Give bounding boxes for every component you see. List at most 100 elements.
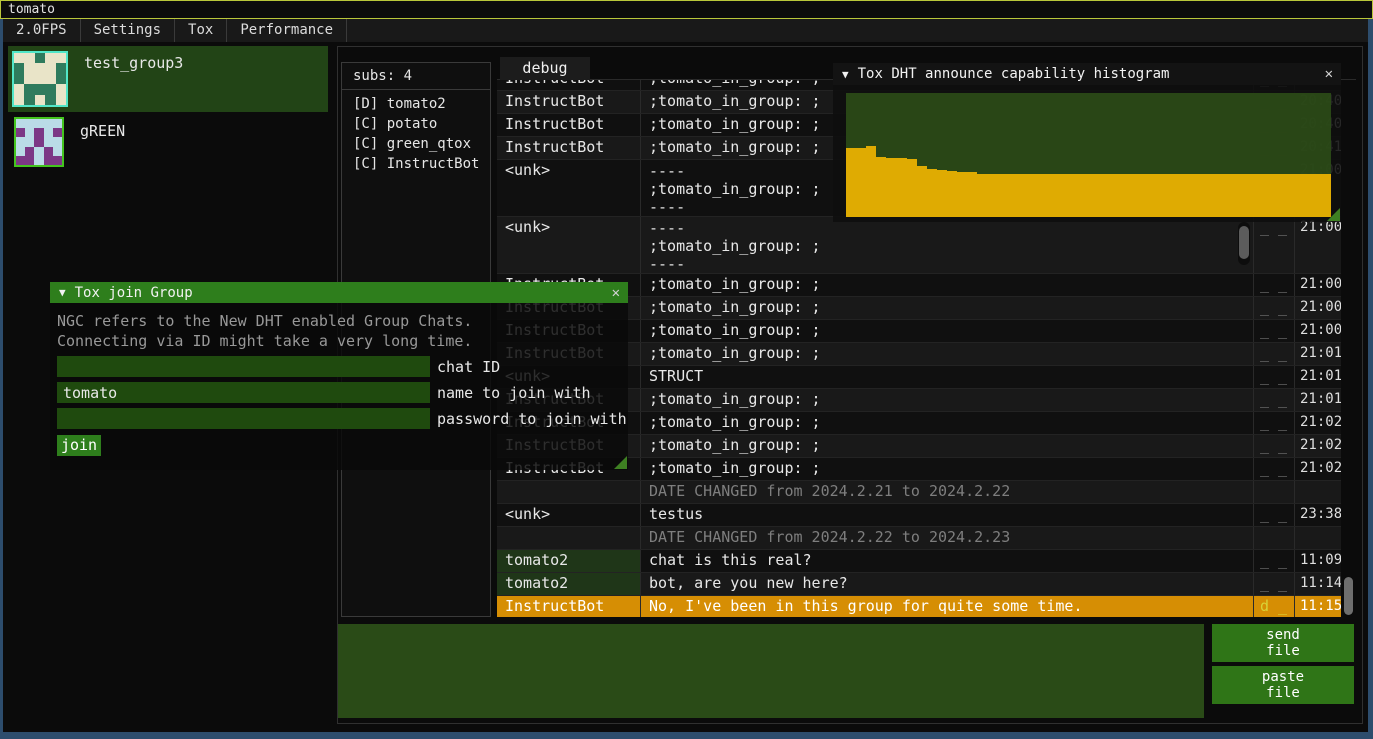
message-time: 11:15 (1295, 596, 1341, 617)
collapse-icon[interactable]: ▼ (842, 68, 849, 81)
subs-member-list: [D] tomato2[C] potato[C] green_qtox[C] I… (342, 94, 490, 174)
subs-member[interactable]: [C] potato (342, 114, 490, 134)
histogram-bar (947, 171, 957, 217)
message-flags: _ _ (1254, 274, 1295, 296)
subs-member[interactable]: [C] InstructBot (342, 154, 490, 174)
chat-scrollbar[interactable] (1341, 80, 1356, 617)
message-flags: _ _ (1254, 412, 1295, 434)
sender-name: <unk> (497, 217, 641, 273)
message-time (1295, 527, 1341, 549)
sender-name: InstructBot (497, 137, 641, 159)
message-flags: _ _ (1254, 389, 1295, 411)
histogram-bar (876, 157, 886, 217)
menu-item-settings[interactable]: Settings (81, 19, 175, 42)
ngc-info-line-1: NGC refers to the New DHT enabled Group … (57, 311, 628, 331)
histogram-bar (1210, 174, 1220, 217)
table-row[interactable]: <unk>---- ;tomato_in_group: ; ----_ _21:… (497, 217, 1341, 274)
resize-grip-icon[interactable] (614, 456, 627, 469)
histogram-bar (937, 170, 947, 217)
message-text: ;tomato_in_group: ; (641, 320, 1254, 342)
group-avatar-icon (12, 51, 68, 107)
group-item-test_group3[interactable]: test_group3 (8, 46, 328, 112)
message-flags: _ _ (1254, 320, 1295, 342)
message-text: chat is this real? (641, 550, 1254, 572)
message-cell-scrollbar[interactable] (1238, 222, 1250, 265)
chat-scrollbar-thumb[interactable] (1344, 577, 1353, 615)
dht-histogram-titlebar[interactable]: ▼ Tox DHT announce capability histogram … (833, 63, 1341, 85)
menu-item-tox[interactable]: Tox (175, 19, 227, 42)
chat-id-input[interactable] (57, 356, 430, 377)
subs-member[interactable]: [D] tomato2 (342, 94, 490, 114)
separator (342, 89, 490, 90)
collapse-icon[interactable]: ▼ (59, 286, 66, 299)
histogram-bar (1119, 174, 1129, 217)
menu-item-2-0fps[interactable]: 2.0FPS (3, 19, 81, 42)
histogram-bar (1079, 174, 1089, 217)
message-flags: _ _ (1254, 297, 1295, 319)
sender-name: <unk> (497, 160, 641, 216)
histogram-bar (1038, 174, 1048, 217)
histogram-bar (1089, 174, 1099, 217)
tab-debug[interactable]: debug (500, 57, 590, 80)
histogram-bar (967, 172, 977, 217)
message-time: 21:01 (1295, 343, 1341, 365)
histogram-bar (1200, 174, 1210, 217)
table-row[interactable]: tomato2bot, are you new here?_ _11:14 (497, 573, 1341, 596)
group-name: test_group3 (84, 54, 183, 112)
join-name-input[interactable] (57, 382, 430, 403)
histogram-bar (977, 174, 987, 217)
menu-bar: 2.0FPSSettingsToxPerformance (3, 19, 1368, 42)
message-time: 21:00 (1295, 320, 1341, 342)
message-text: ;tomato_in_group: ; (641, 412, 1254, 434)
close-icon[interactable]: ✕ (612, 285, 620, 301)
join-group-body: NGC refers to the New DHT enabled Group … (50, 303, 628, 456)
histogram-bar (846, 148, 856, 217)
message-text: ;tomato_in_group: ; (641, 274, 1254, 296)
group-item-green[interactable]: gREEN (8, 114, 328, 172)
histogram-bar (1281, 174, 1291, 217)
sender-name: tomato2 (497, 550, 641, 572)
group-avatar-icon (14, 117, 64, 167)
message-text: ;tomato_in_group: ; (641, 458, 1254, 480)
window-titlebar[interactable]: tomato (0, 0, 1373, 19)
message-input[interactable] (338, 624, 1204, 718)
table-row[interactable]: <unk>testus_ _23:38 (497, 504, 1341, 527)
send-file-button[interactable]: send file (1212, 624, 1354, 662)
subs-count-label: subs: 4 (342, 63, 490, 84)
message-text: STRUCT (641, 366, 1254, 388)
group-name: gREEN (80, 122, 125, 172)
histogram-bar (927, 169, 937, 217)
join-group-titlebar[interactable]: ▼ Tox join Group ✕ (50, 282, 628, 303)
subs-member[interactable]: [C] green_qtox (342, 134, 490, 154)
histogram-bar (1301, 174, 1311, 217)
table-row[interactable]: DATE CHANGED from 2024.2.21 to 2024.2.22 (497, 481, 1341, 504)
sender-name: InstructBot (497, 596, 641, 617)
close-icon[interactable]: ✕ (1325, 66, 1333, 82)
sender-name: InstructBot (497, 91, 641, 113)
message-time: 23:38 (1295, 504, 1341, 526)
message-text: DATE CHANGED from 2024.2.22 to 2024.2.23 (641, 527, 1254, 549)
app-window: tomato 2.0FPSSettingsToxPerformance test… (0, 0, 1373, 739)
message-time (1295, 481, 1341, 503)
sender-name: InstructBot (497, 80, 641, 90)
message-flags: _ _ (1254, 435, 1295, 457)
table-row[interactable]: DATE CHANGED from 2024.2.22 to 2024.2.23 (497, 527, 1341, 550)
message-time: 21:02 (1295, 412, 1341, 434)
message-time: 21:00 (1295, 297, 1341, 319)
histogram-bar (1291, 174, 1301, 217)
message-time: 11:09 (1295, 550, 1341, 572)
table-row[interactable]: InstructBotNo, I've been in this group f… (497, 596, 1341, 617)
message-flags: _ _ (1254, 217, 1295, 273)
join-button[interactable]: join (57, 435, 101, 456)
message-time: 21:00 (1295, 274, 1341, 296)
resize-grip-icon[interactable] (1327, 208, 1340, 221)
sender-name (497, 481, 641, 503)
table-row[interactable]: tomato2chat is this real?_ _11:09 (497, 550, 1341, 573)
join-group-window: ▼ Tox join Group ✕ NGC refers to the New… (50, 282, 628, 470)
window-title: tomato (8, 2, 55, 18)
paste-file-button[interactable]: paste file (1212, 666, 1354, 704)
histogram-bar (1028, 174, 1038, 217)
message-cell-scrollbar-thumb[interactable] (1239, 226, 1249, 259)
menu-item-performance[interactable]: Performance (227, 19, 347, 42)
join-password-input[interactable] (57, 408, 430, 429)
